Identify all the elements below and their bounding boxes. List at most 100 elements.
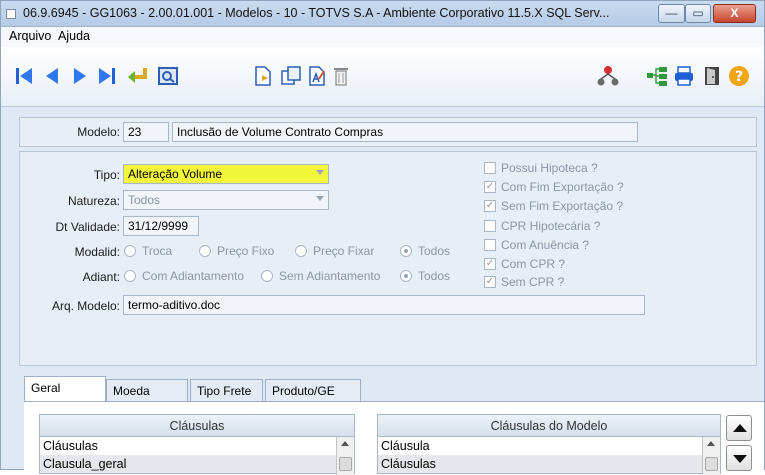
scrollbar[interactable] <box>336 437 354 475</box>
checkbox-icon <box>484 239 496 251</box>
model-form-panel: Tipo: Alteração Volume Natureza: Todos D… <box>19 151 757 366</box>
move-up-button[interactable] <box>726 415 752 441</box>
maximize-icon: ▭ <box>692 6 704 20</box>
close-icon: X <box>730 6 739 20</box>
radio-icon <box>261 270 273 282</box>
checkbox-possui-hipoteca[interactable]: Possui Hipoteca ? <box>484 161 598 175</box>
close-button[interactable]: X <box>713 4 756 23</box>
scroll-thumb[interactable] <box>705 457 718 471</box>
help-icon[interactable]: ? <box>727 63 751 89</box>
table-row[interactable]: Cláusula <box>378 437 702 455</box>
model-header-panel: Modelo: 23 Inclusão de Volume Contrato C… <box>19 117 757 147</box>
arquivo-label: Arq. Modelo: <box>51 299 120 313</box>
menu-bar: Arquivo Ajuda <box>1 27 764 47</box>
first-record-icon[interactable] <box>13 63 37 89</box>
arrow-down-icon <box>733 455 747 463</box>
tab-geral[interactable]: Geral <box>24 376 106 402</box>
tipo-label: Tipo: <box>93 168 120 182</box>
modalid-option-preco-fixar[interactable]: Preço Fixar <box>295 244 374 258</box>
model-code-field[interactable]: 23 <box>123 122 169 142</box>
tab-tipo-frete[interactable]: Tipo Frete <box>190 379 263 401</box>
table-row[interactable]: Cláusulas <box>378 455 702 473</box>
modalid-option-todos[interactable]: Todos <box>400 244 450 258</box>
scroll-up-icon <box>341 441 349 446</box>
validade-label: Dt Validade: <box>55 220 120 234</box>
natureza-select[interactable]: Todos <box>123 190 329 210</box>
title-bar[interactable]: 06.9.6945 - GG1063 - 2.00.01.001 - Model… <box>1 1 764 27</box>
validade-field[interactable]: 31/12/9999 <box>123 216 199 236</box>
checkbox-sem-fim-exportacao[interactable]: ✓ Sem Fim Exportação ? <box>484 199 623 213</box>
natureza-label: Natureza: <box>67 194 120 208</box>
adiant-option-com[interactable]: Com Adiantamento <box>124 269 244 283</box>
adiant-option-todos[interactable]: Todos <box>400 269 450 283</box>
checkbox-icon <box>484 162 496 174</box>
scroll-thumb[interactable] <box>339 457 352 471</box>
model-label: Modelo: <box>77 125 120 139</box>
clausulas-do-modelo-grid[interactable]: Cláusulas do Modelo Cláusula Cláusulas <box>377 414 721 475</box>
tab-moeda[interactable]: Moeda <box>106 379 188 401</box>
toolbar: ? <box>1 47 764 107</box>
tipo-select[interactable]: Alteração Volume <box>123 164 329 184</box>
clausulas-grid-header: Cláusulas <box>40 415 354 437</box>
table-row[interactable]: Cláusulas <box>40 437 336 455</box>
clausulas-grid[interactable]: Cláusulas Cláusulas Clausula_geral <box>39 414 355 475</box>
modalid-label: Modalid: <box>74 245 120 259</box>
minimize-icon: — <box>665 6 678 20</box>
checkbox-cpr-hipotecaria[interactable]: CPR Hipotecária ? <box>484 219 600 233</box>
return-icon[interactable] <box>125 63 151 89</box>
copy-icon[interactable] <box>280 63 302 89</box>
tipo-value: Alteração Volume <box>128 167 223 181</box>
radio-icon <box>295 245 307 257</box>
checkmark-icon: ✓ <box>484 181 496 193</box>
move-down-button[interactable] <box>726 445 752 471</box>
checkbox-com-fim-exportacao[interactable]: ✓ Com Fim Exportação ? <box>484 180 624 194</box>
chevron-down-icon <box>316 170 324 175</box>
radio-selected-icon <box>400 270 412 282</box>
minimize-button[interactable]: — <box>658 4 685 23</box>
maximize-button[interactable]: ▭ <box>685 4 711 23</box>
tab-page-geral: Cláusulas Cláusulas Clausula_geral Cláus… <box>24 401 764 475</box>
adiant-label: Adiant: <box>82 270 120 284</box>
view-icon[interactable] <box>156 63 180 89</box>
adiant-option-sem[interactable]: Sem Adiantamento <box>261 269 380 283</box>
app-icon <box>6 9 16 19</box>
checkbox-com-anuencia[interactable]: Com Anuência ? <box>484 238 589 252</box>
checkbox-icon <box>484 220 496 232</box>
radio-icon <box>199 245 211 257</box>
checkmark-icon: ✓ <box>484 276 496 288</box>
print-icon[interactable] <box>672 63 696 89</box>
table-row[interactable]: Clausula_geral <box>40 455 336 473</box>
clausulas-do-modelo-grid-header: Cláusulas do Modelo <box>378 415 720 437</box>
checkmark-icon: ✓ <box>484 200 496 212</box>
new-document-icon[interactable] <box>252 63 274 89</box>
checkmark-icon: ✓ <box>484 258 496 270</box>
modalid-option-troca[interactable]: Troca <box>124 244 172 258</box>
natureza-value: Todos <box>128 193 161 207</box>
checkbox-com-cpr[interactable]: ✓ Com CPR ? <box>484 257 565 271</box>
window-title: 06.9.6945 - GG1063 - 2.00.01.001 - Model… <box>23 6 610 20</box>
svg-text:?: ? <box>735 69 743 85</box>
menu-ajuda[interactable]: Ajuda <box>58 29 90 43</box>
previous-record-icon[interactable] <box>42 63 62 89</box>
tab-produto-ge[interactable]: Produto/GE <box>265 379 361 401</box>
radio-icon <box>124 245 136 257</box>
radio-selected-icon <box>400 245 412 257</box>
arquivo-field[interactable]: termo-aditivo.doc <box>123 295 645 315</box>
last-record-icon[interactable] <box>95 63 119 89</box>
exit-door-icon[interactable] <box>701 63 723 89</box>
menu-arquivo[interactable]: Arquivo <box>9 29 51 43</box>
next-record-icon[interactable] <box>70 63 90 89</box>
scrollbar[interactable] <box>702 437 720 475</box>
tree-icon[interactable] <box>645 63 669 89</box>
radio-icon <box>124 270 136 282</box>
modalid-option-preco-fixo[interactable]: Preço Fixo <box>199 244 274 258</box>
scroll-up-icon <box>707 441 715 446</box>
network-icon[interactable] <box>595 63 621 89</box>
checkbox-sem-cpr[interactable]: ✓ Sem CPR ? <box>484 275 564 289</box>
delete-icon[interactable] <box>331 63 351 89</box>
application-window: 06.9.6945 - GG1063 - 2.00.01.001 - Model… <box>0 0 765 475</box>
edit-icon[interactable] <box>306 63 328 89</box>
chevron-down-icon <box>316 196 324 201</box>
arrow-up-icon <box>733 424 747 432</box>
model-description-field[interactable]: Inclusão de Volume Contrato Compras <box>172 122 638 142</box>
